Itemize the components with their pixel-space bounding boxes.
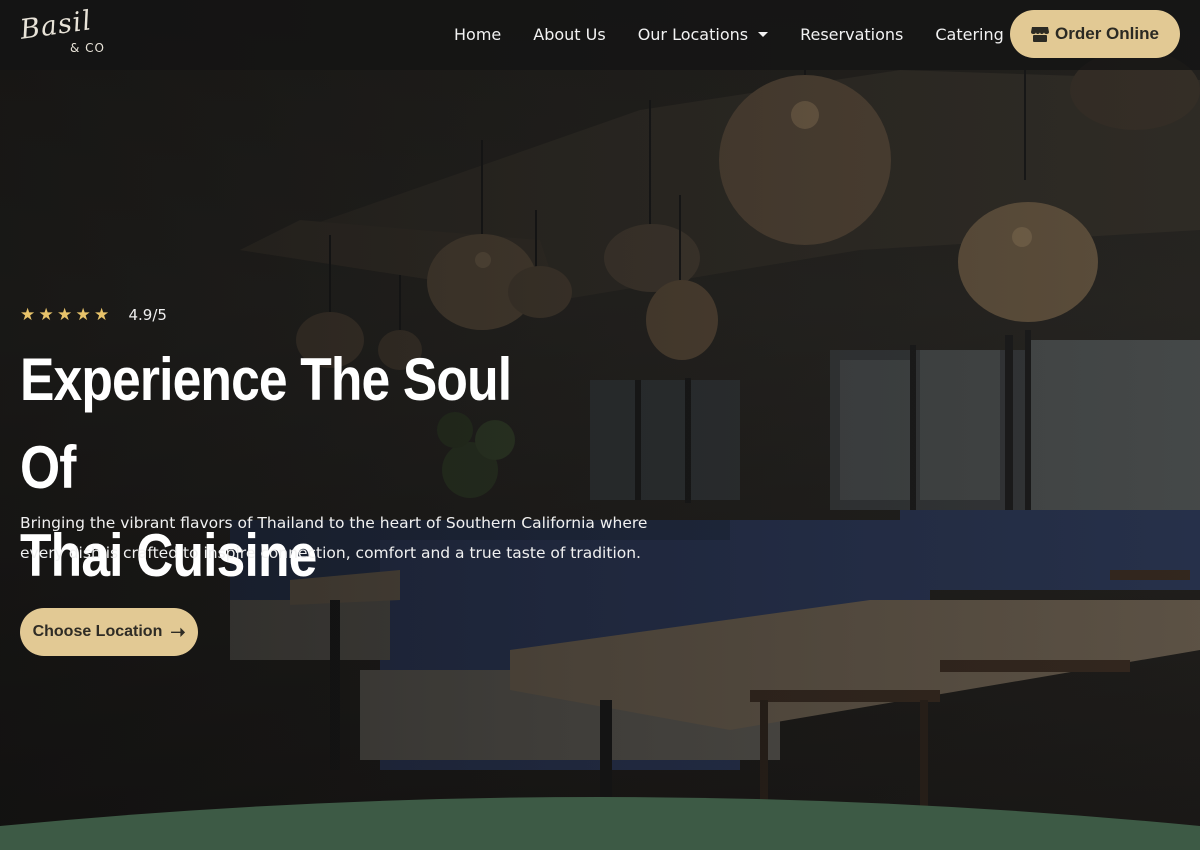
nav-catering[interactable]: Catering (935, 25, 1003, 44)
nav-about-us[interactable]: About Us (533, 25, 605, 44)
nav-home[interactable]: Home (454, 25, 501, 44)
hero-description-line-1: Bringing the vibrant flavors of Thailand… (20, 514, 648, 532)
rating-value: 4.9/5 (128, 306, 167, 324)
nav-home-label: Home (454, 24, 502, 44)
brand-logo[interactable]: Basil & CO (18, 5, 110, 60)
logo-script-text: Basil (18, 5, 94, 46)
star-icon: ★ (94, 305, 110, 325)
store-icon (1031, 27, 1050, 42)
nav-reservations-label: Reservations (800, 24, 904, 44)
order-online-button[interactable]: Order Online (1010, 10, 1180, 58)
nav-catering-label: Catering (935, 24, 1004, 44)
choose-location-label: Choose Location (32, 623, 163, 640)
nav-our-locations-label: Our Locations (637, 24, 749, 44)
site-header: Basil & CO Home About Us Our Locations R… (0, 0, 1200, 70)
star-icon: ★ (75, 305, 91, 325)
hero-description: Bringing the vibrant flavors of Thailand… (20, 509, 660, 568)
chevron-down-icon (758, 31, 769, 37)
order-online-label: Order Online (1055, 24, 1159, 43)
star-icon: ★ (20, 305, 36, 325)
hero-description-line-2: every dish is crafted to inspire connect… (20, 543, 641, 562)
main-nav: Home About Us Our Locations Reservations… (454, 22, 1004, 46)
nav-reservations[interactable]: Reservations (800, 25, 903, 44)
nav-about-us-label: About Us (533, 24, 606, 44)
arrow-right-icon: ➝ (170, 621, 186, 642)
nav-our-locations[interactable]: Our Locations (637, 24, 769, 44)
choose-location-button[interactable]: Choose Location ➝ (20, 608, 198, 656)
star-icon: ★ (57, 305, 73, 325)
logo-sub-text: & CO (70, 41, 105, 55)
rating-stars: ★ ★ ★ ★ ★ (20, 306, 113, 324)
star-icon: ★ (38, 305, 54, 325)
rating: ★ ★ ★ ★ ★ 4.9/5 (20, 304, 167, 326)
hero-headline-line-1: Experience The Soul Of (20, 346, 512, 501)
